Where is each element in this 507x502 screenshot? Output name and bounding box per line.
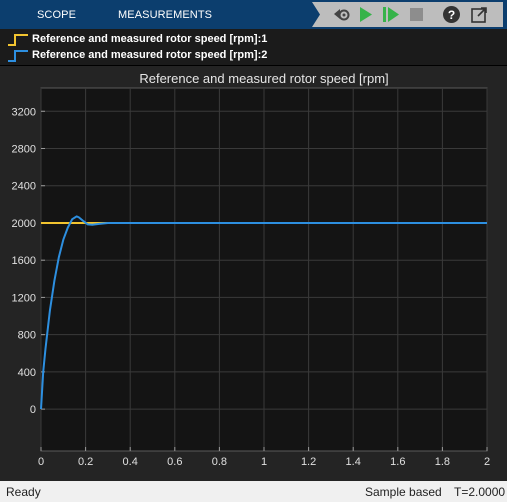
legend-line-blue-icon xyxy=(8,50,28,62)
x-tick-label: 1 xyxy=(261,456,267,468)
scope-display[interactable]: Reference and measured rotor speed [rpm]… xyxy=(0,66,507,481)
run-icon[interactable] xyxy=(355,4,376,25)
status-text: Ready xyxy=(6,485,41,499)
status-bar: Ready Sample based T=2.0000 xyxy=(0,481,507,502)
x-tick-label: 2 xyxy=(484,456,490,468)
y-tick-label: 400 xyxy=(18,367,36,379)
help-icon[interactable]: ? xyxy=(441,4,462,25)
legend-label-2: Reference and measured rotor speed [rpm]… xyxy=(32,49,268,61)
x-tick-label: 1.4 xyxy=(346,456,361,468)
status-mode: Sample based xyxy=(365,485,442,499)
x-tick-label: 0.6 xyxy=(167,456,182,468)
y-tick-label: 2000 xyxy=(12,218,36,230)
toolstrip: SCOPE MEASUREMENTS ? xyxy=(0,0,507,29)
y-tick-label: 1600 xyxy=(12,255,36,267)
stop-icon[interactable] xyxy=(406,4,427,25)
toolstrip-group xyxy=(312,2,503,27)
legend-label-1: Reference and measured rotor speed [rpm]… xyxy=(32,33,268,45)
x-tick-label: 1.6 xyxy=(390,456,405,468)
legend: Reference and measured rotor speed [rpm]… xyxy=(0,29,507,65)
x-tick-label: 1.8 xyxy=(435,456,450,468)
legend-line-yellow-icon xyxy=(8,34,28,46)
svg-text:?: ? xyxy=(448,8,455,22)
y-tick-label: 0 xyxy=(30,404,36,416)
step-back-settings-icon[interactable] xyxy=(330,4,351,25)
x-tick-label: 0.8 xyxy=(212,456,227,468)
y-tick-label: 800 xyxy=(18,330,36,342)
scope-plot: Reference and measured rotor speed [rpm]… xyxy=(12,71,491,468)
x-tick-label: 0.4 xyxy=(123,456,138,468)
step-forward-icon[interactable] xyxy=(380,4,401,25)
x-tick-label: 0 xyxy=(38,456,44,468)
undock-icon[interactable] xyxy=(469,4,490,25)
chart-title: Reference and measured rotor speed [rpm] xyxy=(139,71,388,86)
y-tick-label: 2800 xyxy=(12,144,36,156)
y-tick-label: 2400 xyxy=(12,181,36,193)
x-tick-label: 0.2 xyxy=(78,456,93,468)
y-tick-label: 3200 xyxy=(12,106,36,118)
status-time: T=2.0000 xyxy=(454,485,506,499)
y-tick-label: 1200 xyxy=(12,292,36,304)
x-tick-label: 1.2 xyxy=(301,456,316,468)
